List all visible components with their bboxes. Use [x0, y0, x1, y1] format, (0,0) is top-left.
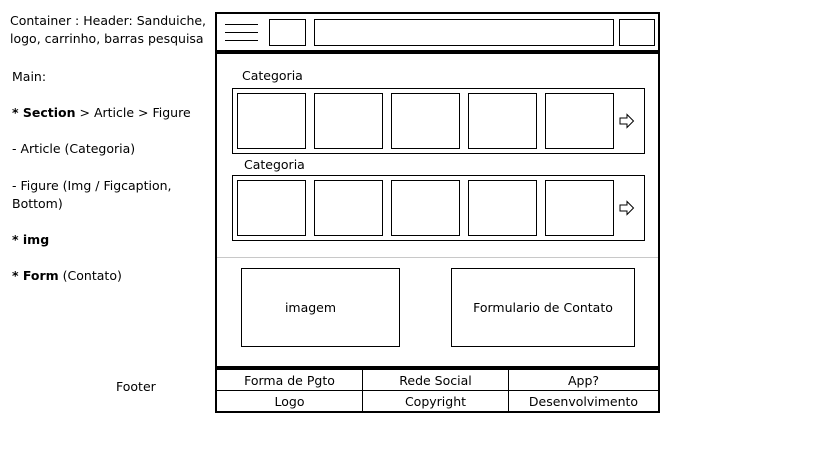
footer-copyright: Copyright: [404, 393, 467, 409]
note-section: * Section > Article > Figure: [12, 104, 191, 122]
image-box: imagem: [241, 268, 400, 347]
note-form-rest: (Contato): [58, 268, 122, 283]
image-label: imagem: [284, 300, 337, 315]
product-figure[interactable]: [314, 93, 383, 149]
note-main-text: Main:: [12, 69, 47, 84]
contact-form-label: Formulario de Contato: [473, 300, 613, 315]
product-figure[interactable]: [545, 93, 614, 149]
note-figure-line2: Bottom): [12, 196, 63, 211]
contact-form-box[interactable]: Formulario de Contato: [451, 268, 635, 347]
category-title: Categoria: [244, 157, 305, 172]
note-footer: Footer: [116, 378, 156, 396]
hamburger-menu-icon[interactable]: [225, 22, 258, 44]
footer-app: App?: [567, 372, 600, 388]
header-container: [215, 12, 660, 52]
product-figure[interactable]: [545, 180, 614, 236]
product-figure[interactable]: [391, 93, 460, 149]
footer-container: Forma de Pgto Rede Social App? Logo Copy…: [215, 368, 660, 413]
product-figure[interactable]: [468, 180, 537, 236]
note-figure: - Figure (Img / Figcaption, Bottom): [12, 177, 172, 213]
footer-payment: Forma de Pgto: [244, 372, 335, 388]
footer-development: Desenvolvimento: [528, 393, 639, 409]
note-section-bold: * Section: [12, 105, 76, 120]
search-bar[interactable]: [314, 19, 614, 46]
note-header-line2: logo, carrinho, barras pesquisa: [10, 31, 204, 46]
note-article: - Article (Categoria): [12, 140, 135, 158]
annotation-notes: Container : Header: Sanduiche, logo, car…: [10, 12, 206, 48]
note-article-text: - Article (Categoria): [12, 141, 136, 156]
category-title: Categoria: [242, 68, 303, 83]
category-row: [232, 175, 645, 241]
note-footer-text: Footer: [116, 379, 156, 394]
product-figure[interactable]: [237, 93, 306, 149]
note-img: * img: [12, 231, 49, 249]
note-form: * Form (Contato): [12, 267, 122, 285]
note-img-text: * img: [12, 232, 50, 247]
main-container: Categoria Categoria imagem Formulario de…: [215, 52, 660, 368]
arrow-right-icon[interactable]: [619, 200, 635, 216]
cart-box[interactable]: [619, 19, 655, 46]
note-main: Main:: [12, 68, 46, 86]
note-figure-line1: - Figure (Img / Figcaption,: [12, 178, 172, 193]
footer-social: Rede Social: [399, 372, 472, 388]
category-row: [232, 88, 645, 154]
product-figure[interactable]: [468, 93, 537, 149]
product-figure[interactable]: [391, 180, 460, 236]
logo-box[interactable]: [269, 19, 306, 46]
section-divider: [217, 257, 658, 258]
note-header-line1: Container : Header: Sanduiche,: [10, 13, 207, 28]
note-section-rest: > Article > Figure: [75, 105, 191, 120]
footer-logo: Logo: [274, 393, 305, 409]
arrow-right-icon[interactable]: [619, 113, 635, 129]
note-form-bold: * Form: [12, 268, 59, 283]
product-figure[interactable]: [237, 180, 306, 236]
product-figure[interactable]: [314, 180, 383, 236]
